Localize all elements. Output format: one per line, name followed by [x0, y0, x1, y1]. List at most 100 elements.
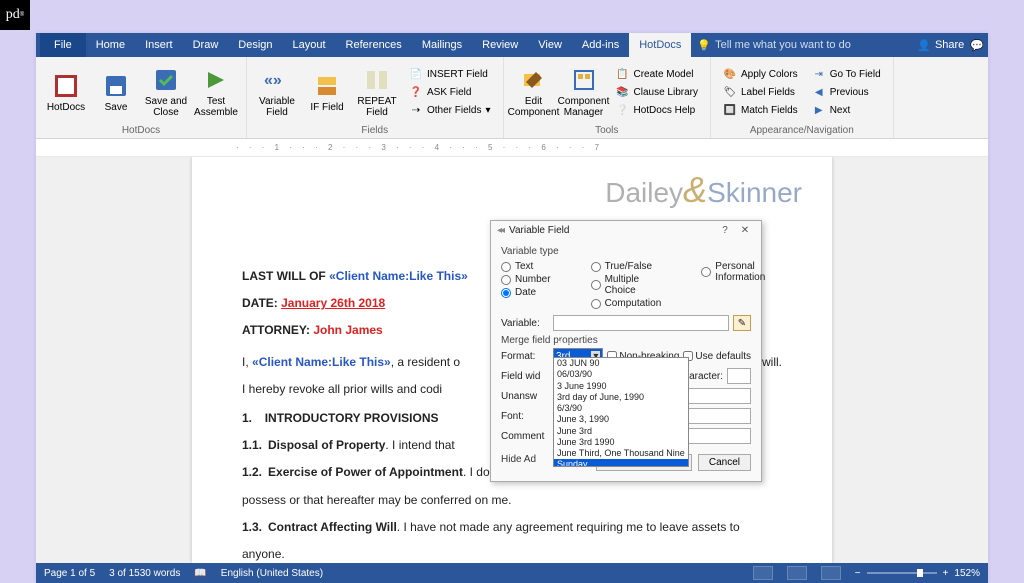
format-option[interactable]: 3 June 1990	[554, 381, 688, 392]
tab-home[interactable]: Home	[86, 33, 135, 57]
radio-text[interactable]: Text	[501, 261, 551, 272]
pd-logo: pd®	[0, 0, 30, 30]
match-fields-button[interactable]: 🔲Match Fields	[721, 102, 800, 118]
format-label: Format:	[501, 351, 549, 362]
tab-draw[interactable]: Draw	[183, 33, 229, 57]
tab-review[interactable]: Review	[472, 33, 528, 57]
format-option[interactable]: 3rd day of June, 1990	[554, 392, 688, 403]
radio-date[interactable]: Date	[501, 287, 551, 298]
variable-field-dialog: ◂◂ Variable Field ? ✕ Variable type Text…	[490, 220, 762, 482]
cancel-button[interactable]: Cancel	[698, 454, 751, 471]
help-icon: ❔	[616, 103, 630, 117]
if-field-button[interactable]: IF Field	[303, 61, 351, 123]
dialog-title: Variable Field	[509, 225, 569, 236]
tab-mailings[interactable]: Mailings	[412, 33, 472, 57]
proofing-icon[interactable]: 📖	[194, 568, 206, 579]
tab-hotdocs[interactable]: HotDocs	[629, 33, 691, 57]
format-option[interactable]: 06/03/90	[554, 369, 688, 380]
radio-personal-info[interactable]: Personal Information	[701, 261, 765, 283]
save-close-button[interactable]: Save and Close	[142, 61, 190, 123]
share-button[interactable]: 👤 Share	[917, 39, 964, 52]
fill-char-input[interactable]	[727, 368, 751, 384]
language-status[interactable]: English (United States)	[221, 568, 323, 579]
format-option[interactable]: 03 JUN 90	[554, 358, 688, 369]
app-icon	[52, 72, 80, 100]
variable-wizard-button[interactable]: ✎	[733, 315, 751, 331]
variable-input[interactable]	[553, 315, 729, 331]
other-fields-button[interactable]: ⇢Other Fields ▾	[407, 102, 493, 118]
ask-field-button[interactable]: ❓ASK Field	[407, 84, 493, 100]
goto-field-button[interactable]: ⇥Go To Field	[810, 66, 883, 82]
radio-number[interactable]: Number	[501, 274, 551, 285]
tab-layout[interactable]: Layout	[283, 33, 336, 57]
radio-computation[interactable]: Computation	[591, 298, 662, 309]
font-label: Font:	[501, 411, 549, 422]
component-manager-button[interactable]: Component Manager	[560, 61, 608, 123]
dialog-nav-back-icon[interactable]: ◂◂	[497, 225, 503, 236]
zoom-level[interactable]: 152%	[954, 568, 980, 579]
insert-icon: 📄	[409, 67, 423, 81]
tab-references[interactable]: References	[336, 33, 412, 57]
chevron-down-icon: ▾	[485, 105, 490, 116]
edit-component-button[interactable]: Edit Component	[510, 61, 558, 123]
zoom-in-icon[interactable]: +	[943, 568, 949, 579]
view-web-button[interactable]	[821, 566, 841, 580]
colors-icon: 🎨	[723, 67, 737, 81]
dialog-help-button[interactable]: ?	[715, 225, 735, 236]
save-close-icon	[152, 66, 180, 94]
unanswered-label: Unansw	[501, 391, 549, 402]
format-option[interactable]: June 3, 1990	[554, 414, 688, 425]
view-print-button[interactable]	[787, 566, 807, 580]
insert-field-button[interactable]: 📄INSERT Field	[407, 66, 493, 82]
format-option[interactable]: June 3rd	[554, 426, 688, 437]
tab-file[interactable]: File	[40, 33, 86, 57]
date-field: January 26th 2018	[281, 296, 385, 310]
label-fields-button[interactable]: 🏷Label Fields	[721, 84, 800, 100]
prev-icon: ◀	[812, 85, 826, 99]
zoom-out-icon[interactable]: −	[855, 568, 861, 579]
status-bar: Page 1 of 5 3 of 1530 words 📖 English (U…	[36, 563, 988, 583]
clause-library-button[interactable]: 📚Clause Library	[614, 84, 700, 100]
page-status[interactable]: Page 1 of 5	[44, 568, 95, 579]
format-dropdown-list[interactable]: 03 JUN 90 06/03/90 3 June 1990 3rd day o…	[553, 357, 689, 467]
view-read-button[interactable]	[753, 566, 773, 580]
attorney-field: John James	[313, 323, 382, 337]
repeat-icon	[363, 66, 391, 94]
previous-button[interactable]: ◀Previous	[810, 84, 883, 100]
library-icon: 📚	[616, 85, 630, 99]
share-icon: 👤	[917, 39, 931, 52]
tab-design[interactable]: Design	[228, 33, 282, 57]
comments-icon[interactable]: 💬	[970, 39, 984, 52]
apply-colors-button[interactable]: 🎨Apply Colors	[721, 66, 800, 82]
save-button[interactable]: Save	[92, 61, 140, 123]
radio-truefalse[interactable]: True/False	[591, 261, 662, 272]
zoom-slider[interactable]: − + 152%	[855, 568, 980, 579]
variable-field-button[interactable]: «»Variable Field	[253, 61, 301, 123]
match-icon: 🔲	[723, 103, 737, 117]
radio-multiple-choice[interactable]: Multiple Choice	[591, 274, 662, 296]
create-model-button[interactable]: 📋Create Model	[614, 66, 700, 82]
wand-icon: ✎	[738, 318, 746, 329]
ask-icon: ❓	[409, 85, 423, 99]
component-manager-icon	[570, 66, 598, 94]
hotdocs-help-button[interactable]: ❔HotDocs Help	[614, 102, 700, 118]
test-assemble-button[interactable]: Test Assemble	[192, 61, 240, 123]
merge-field-props-label: Merge field properties	[501, 335, 751, 346]
tab-addins[interactable]: Add-ins	[572, 33, 629, 57]
label-icon: 🏷	[723, 85, 737, 99]
next-button[interactable]: ▶Next	[810, 102, 883, 118]
tell-me[interactable]: 💡 Tell me what you want to do	[697, 39, 850, 52]
format-option[interactable]: June 3rd 1990	[554, 437, 688, 448]
hide-advanced-button[interactable]: Hide Ad	[501, 454, 536, 465]
hotdocs-launcher-button[interactable]: HotDocs	[42, 61, 90, 123]
format-option[interactable]: Sunday	[554, 459, 688, 467]
word-count[interactable]: 3 of 1530 words	[109, 568, 180, 579]
tab-view[interactable]: View	[528, 33, 572, 57]
if-icon	[313, 72, 341, 100]
tab-insert[interactable]: Insert	[135, 33, 183, 57]
format-option[interactable]: 6/3/90	[554, 403, 688, 414]
format-option[interactable]: June Third, One Thousand Nine Hundred	[554, 448, 688, 459]
repeat-field-button[interactable]: REPEAT Field	[353, 61, 401, 123]
use-defaults-checkbox[interactable]: Use defaults	[683, 351, 751, 362]
dialog-close-button[interactable]: ✕	[735, 225, 755, 236]
